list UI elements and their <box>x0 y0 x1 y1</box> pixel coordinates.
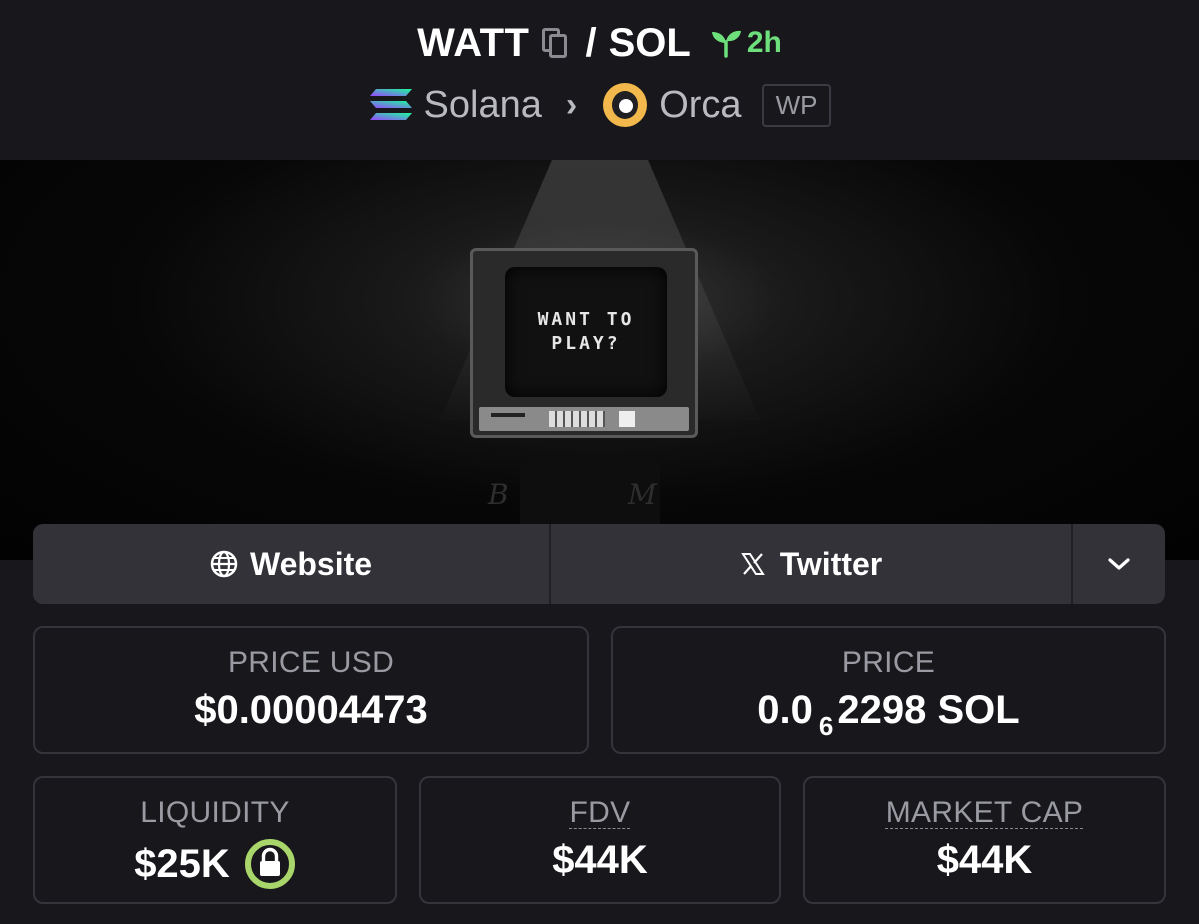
pair-title-row: WATT / SOL 2h <box>0 18 1199 68</box>
quote-token-symbol: SOL <box>608 20 691 65</box>
website-button[interactable]: Website <box>33 524 551 604</box>
price-native-card: PRICE 0.0 6 2298 SOL <box>611 626 1166 754</box>
pair-age-badge: 2h <box>709 26 782 60</box>
globe-icon <box>210 550 238 578</box>
price-native-digits: 2298 SOL <box>837 688 1020 732</box>
pair-separator: / <box>585 20 597 65</box>
market-cap-label[interactable]: MARKET CAP <box>805 796 1164 830</box>
chain-dex-breadcrumb: Solana › Orca WP <box>0 78 1199 132</box>
liquidity-value: $25K <box>134 841 230 886</box>
fdv-card: FDV $44K <box>419 776 781 904</box>
liquidity-card: LIQUIDITY $25K <box>33 776 397 904</box>
pair-age-text: 2h <box>746 26 782 59</box>
market-cap-value: $44K <box>936 838 1033 882</box>
twitter-label: Twitter <box>779 545 883 582</box>
dex-link[interactable]: Orca <box>659 84 741 127</box>
social-links-bar: Website Twitter <box>33 524 1165 604</box>
price-usd-value: $0.00004473 <box>194 688 428 732</box>
base-token-symbol: WATT <box>417 20 530 65</box>
solana-icon <box>369 89 412 120</box>
price-native-value: 0.0 6 2298 SOL <box>613 688 1164 741</box>
price-native-zero-count: 6 <box>818 711 834 741</box>
pair-header: WATT / SOL 2h Solana › Orca WP <box>0 0 1199 160</box>
market-cap-card: MARKET CAP $44K <box>803 776 1166 904</box>
lock-icon[interactable] <box>244 838 296 890</box>
screen-text-line2: PLAY? <box>551 333 621 354</box>
more-links-button[interactable] <box>1073 524 1165 604</box>
price-native-prefix: 0.0 <box>757 688 813 732</box>
price-usd-label: PRICE USD <box>227 646 395 679</box>
liquidity-value-row: $25K <box>35 838 395 890</box>
copy-icon[interactable] <box>539 25 571 61</box>
graffiti-mark-right: M <box>628 478 657 511</box>
orca-icon <box>603 83 648 127</box>
monitor-screen: WANT TO PLAY? <box>505 267 667 397</box>
price-usd-card: PRICE USD $0.00004473 <box>33 626 589 754</box>
screen-text-line1: WANT TO <box>537 309 635 330</box>
website-label: Website <box>249 545 373 582</box>
chevron-down-icon <box>1108 558 1130 570</box>
graffiti-mark-left: B <box>488 478 509 511</box>
crt-monitor-illustration: WANT TO PLAY? <box>470 248 698 438</box>
liquidity-label: LIQUIDITY <box>140 796 290 829</box>
fdv-label[interactable]: FDV <box>421 796 779 830</box>
fdv-value: $44K <box>552 838 648 882</box>
x-icon <box>740 553 765 575</box>
twitter-button[interactable]: Twitter <box>551 524 1073 604</box>
token-banner-image: WANT TO PLAY? B M <box>0 160 1199 560</box>
wp-badge: WP <box>761 83 832 127</box>
sprout-icon <box>711 30 741 58</box>
chain-link[interactable]: Solana <box>424 84 542 127</box>
monitor-control-panel <box>479 407 689 431</box>
price-native-label: PRICE <box>841 646 936 679</box>
chevron-right-icon: › <box>565 85 578 124</box>
